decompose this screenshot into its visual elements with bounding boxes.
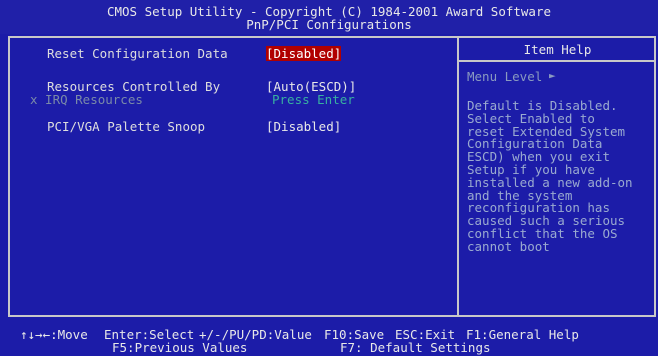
setting-value-reset-config[interactable]: [Disabled] (266, 46, 342, 61)
key-default-settings: F7: Default Settings (340, 340, 491, 355)
setting-label-irq-resources: x IRQ Resources (30, 92, 143, 107)
key-general-help: F1:General Help (466, 327, 579, 342)
item-help-title: Item Help (523, 42, 592, 57)
key-legend: ↑↓→←:Move Enter:Select +/-/PU/PD:Value F… (0, 320, 658, 356)
menu-level-label: Menu Level (467, 69, 543, 84)
key-previous-values: F5:Previous Values (112, 340, 248, 355)
help-description: Default is Disabled. Select Enabled to r… (467, 99, 657, 254)
help-line: cannot boot (467, 238, 550, 254)
panel-divider (457, 36, 459, 317)
setting-label-reset-config: Reset Configuration Data (47, 46, 228, 61)
setting-value-irq-resources[interactable]: Press Enter (272, 92, 355, 107)
title-bar: CMOS Setup Utility - Copyright (C) 1984-… (0, 0, 658, 34)
setting-value-palette-snoop[interactable]: [Disabled] (266, 119, 341, 134)
setting-label-palette-snoop: PCI/VGA Palette Snoop (47, 119, 206, 134)
page-title: PnP/PCI Configurations (246, 17, 412, 32)
right-triangle-icon: ► (549, 69, 556, 82)
help-header-separator (459, 60, 656, 62)
key-move: ↑↓→←:Move (20, 327, 88, 342)
